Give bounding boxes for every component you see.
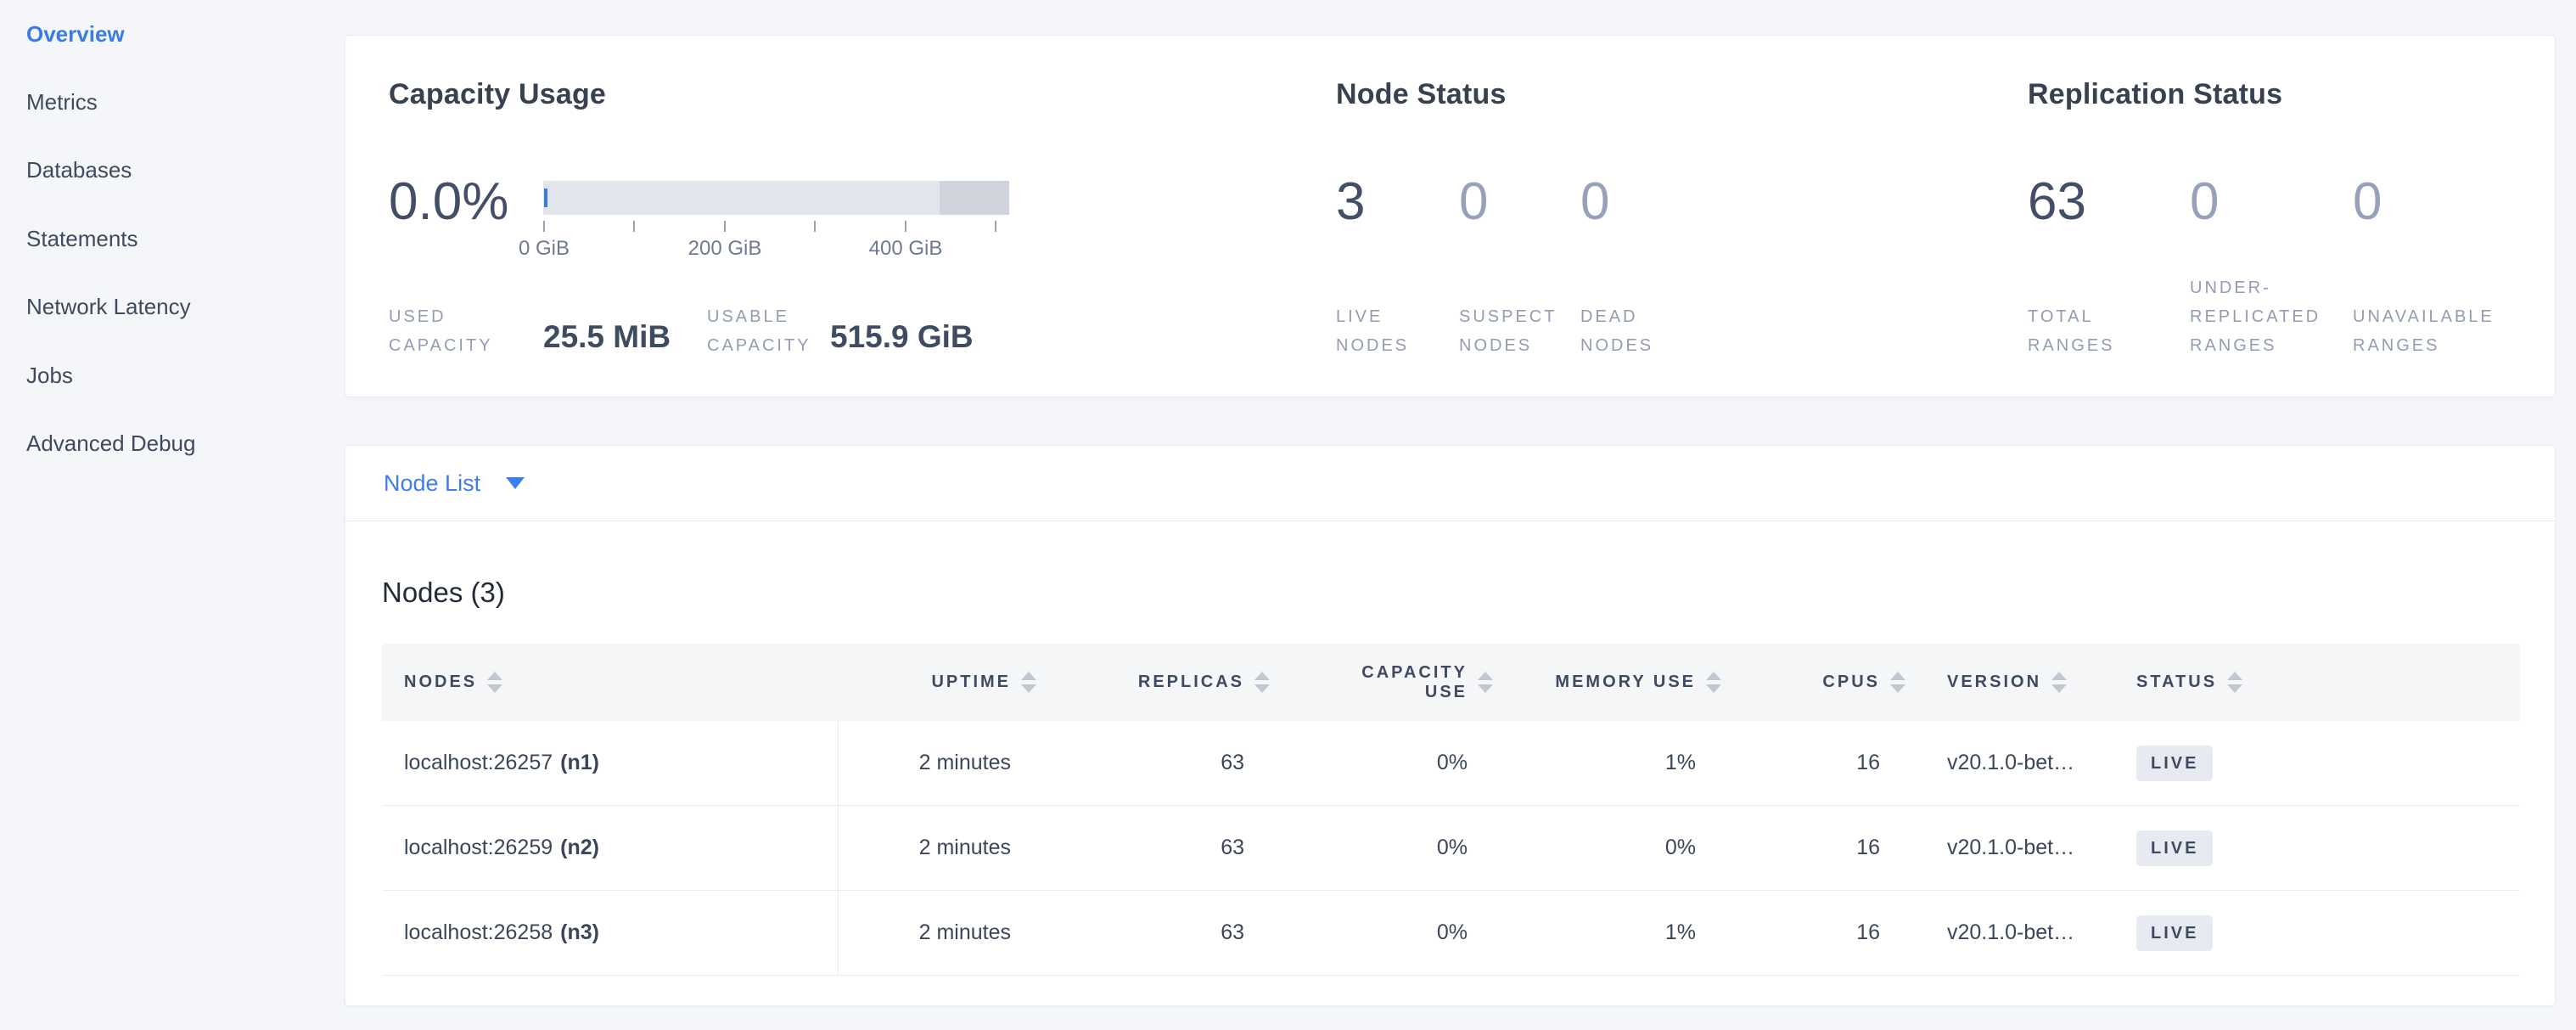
node-id: (n3)	[560, 920, 599, 945]
cpus-cell: 16	[1730, 751, 1914, 775]
used-capacity-label: USED CAPACITY	[389, 302, 493, 360]
replicas-cell: 63	[1045, 836, 1278, 860]
nodes-section-title: Nodes (3)	[382, 577, 505, 609]
under-replicated-ranges-label: UNDER- REPLICATED RANGES	[2190, 273, 2321, 360]
capacity-gauge-used-marker	[544, 189, 547, 207]
cluster-summary-card: Capacity Usage 0.0% 0 GiB 200 GiB 400 Gi…	[345, 35, 2556, 397]
node-list-dropdown-label: Node List	[384, 470, 480, 497]
version-cell: v20.1.0-bet…	[1914, 751, 2097, 775]
column-header-version[interactable]: Version	[1914, 644, 2097, 721]
capacity-percent-value: 0.0%	[389, 170, 508, 234]
column-header-nodes[interactable]: Nodes	[382, 644, 838, 721]
column-header-uptime[interactable]: Uptime	[838, 644, 1045, 721]
nodes-card: Node List Nodes (3) Nodes Uptime Replica…	[345, 445, 2556, 1006]
sidebar-item-databases[interactable]: Databases	[26, 155, 132, 185]
cluster-overview-page: Overview Metrics Databases Statements Ne…	[0, 0, 2576, 1030]
uptime-cell: 2 minutes	[838, 836, 1045, 860]
uptime-cell: 2 minutes	[838, 920, 1045, 945]
node-address-cell[interactable]: localhost:26258 (n3)	[382, 920, 838, 945]
dead-nodes-value: 0	[1580, 170, 1609, 234]
node-status-title: Node Status	[1336, 76, 1507, 112]
total-ranges-label: TOTAL RANGES	[2028, 302, 2114, 360]
status-cell: LIVE	[2097, 915, 2520, 951]
sort-icon	[2227, 672, 2242, 693]
status-cell: LIVE	[2097, 830, 2520, 866]
version-cell: v20.1.0-bet…	[1914, 836, 2097, 860]
chevron-down-icon	[506, 477, 525, 489]
unavailable-ranges-value: 0	[2353, 170, 2382, 234]
gauge-tick	[905, 221, 906, 232]
node-list-dropdown[interactable]: Node List	[345, 446, 2555, 521]
total-ranges-value: 63	[2028, 170, 2086, 234]
sort-icon	[1021, 672, 1036, 693]
capacity-gauge	[543, 181, 1009, 215]
gauge-tick	[543, 221, 545, 232]
gauge-tick-label-400: 400 GiB	[869, 237, 943, 261]
capacity-use-cell: 0%	[1278, 751, 1501, 775]
replicas-cell: 63	[1045, 751, 1278, 775]
sort-icon	[487, 672, 502, 693]
capacity-usage-title: Capacity Usage	[389, 76, 606, 112]
sort-icon	[1254, 672, 1270, 693]
nodes-table: Nodes Uptime Replicas Capacity Use Memor…	[382, 644, 2520, 976]
gauge-tick	[814, 221, 816, 232]
replicas-cell: 63	[1045, 920, 1278, 945]
node-id: (n1)	[560, 751, 599, 775]
live-nodes-value: 3	[1336, 170, 1365, 234]
usable-capacity-value: 515.9 GiB	[830, 318, 974, 357]
column-header-cpus[interactable]: CPUs	[1730, 644, 1914, 721]
sort-icon	[1478, 672, 1493, 693]
column-header-status[interactable]: Status	[2097, 644, 2520, 721]
table-row: localhost:26259 (n2) 2 minutes 63 0% 0% …	[382, 806, 2520, 891]
suspect-nodes-label: SUSPECT NODES	[1459, 302, 1557, 360]
sort-icon	[2051, 672, 2067, 693]
sidebar-item-metrics[interactable]: Metrics	[26, 87, 98, 117]
gauge-tick	[724, 221, 726, 232]
replication-status-title: Replication Status	[2028, 76, 2282, 112]
nodes-table-header: Nodes Uptime Replicas Capacity Use Memor…	[382, 644, 2520, 721]
cpus-cell: 16	[1730, 836, 1914, 860]
memory-use-cell: 0%	[1501, 836, 1730, 860]
capacity-gauge-overflow-segment	[940, 181, 1009, 215]
live-nodes-label: LIVE NODES	[1336, 302, 1409, 360]
memory-use-cell: 1%	[1501, 920, 1730, 945]
status-badge: LIVE	[2136, 830, 2213, 866]
capacity-use-cell: 0%	[1278, 836, 1501, 860]
node-address-cell[interactable]: localhost:26257 (n1)	[382, 751, 838, 775]
column-header-memory-use[interactable]: Memory Use	[1501, 644, 1730, 721]
node-address-cell[interactable]: localhost:26259 (n2)	[382, 836, 838, 860]
gauge-tick-label-200: 200 GiB	[688, 237, 762, 261]
uptime-cell: 2 minutes	[838, 751, 1045, 775]
used-capacity-value: 25.5 MiB	[543, 318, 671, 357]
sidebar-item-network-latency[interactable]: Network Latency	[26, 291, 191, 322]
sidebar-item-overview[interactable]: Overview	[26, 19, 125, 49]
sort-icon	[1706, 672, 1721, 693]
suspect-nodes-value: 0	[1459, 170, 1488, 234]
table-column-divider	[838, 721, 839, 976]
sidebar-item-statements[interactable]: Statements	[26, 223, 138, 254]
usable-capacity-label: USABLE CAPACITY	[707, 302, 811, 360]
status-badge: LIVE	[2136, 915, 2213, 951]
gauge-tick-label-0: 0 GiB	[519, 237, 570, 261]
table-row: localhost:26258 (n3) 2 minutes 63 0% 1% …	[382, 891, 2520, 976]
status-badge: LIVE	[2136, 746, 2213, 781]
status-cell: LIVE	[2097, 746, 2520, 781]
capacity-use-cell: 0%	[1278, 920, 1501, 945]
dead-nodes-label: DEAD NODES	[1580, 302, 1653, 360]
version-cell: v20.1.0-bet…	[1914, 920, 2097, 945]
column-header-replicas[interactable]: Replicas	[1045, 644, 1278, 721]
gauge-tick	[995, 221, 996, 232]
sidebar-item-jobs[interactable]: Jobs	[26, 360, 73, 391]
under-replicated-ranges-value: 0	[2190, 170, 2219, 234]
sort-icon	[1890, 672, 1905, 693]
sidebar: Overview Metrics Databases Statements Ne…	[0, 0, 345, 1030]
cpus-cell: 16	[1730, 920, 1914, 945]
memory-use-cell: 1%	[1501, 751, 1730, 775]
gauge-tick	[633, 221, 635, 232]
sidebar-item-advanced-debug[interactable]: Advanced Debug	[26, 428, 195, 459]
unavailable-ranges-label: UNAVAILABLE RANGES	[2353, 302, 2495, 360]
table-row: localhost:26257 (n1) 2 minutes 63 0% 1% …	[382, 721, 2520, 806]
column-header-capacity-use[interactable]: Capacity Use	[1278, 644, 1501, 721]
node-id: (n2)	[560, 836, 599, 860]
